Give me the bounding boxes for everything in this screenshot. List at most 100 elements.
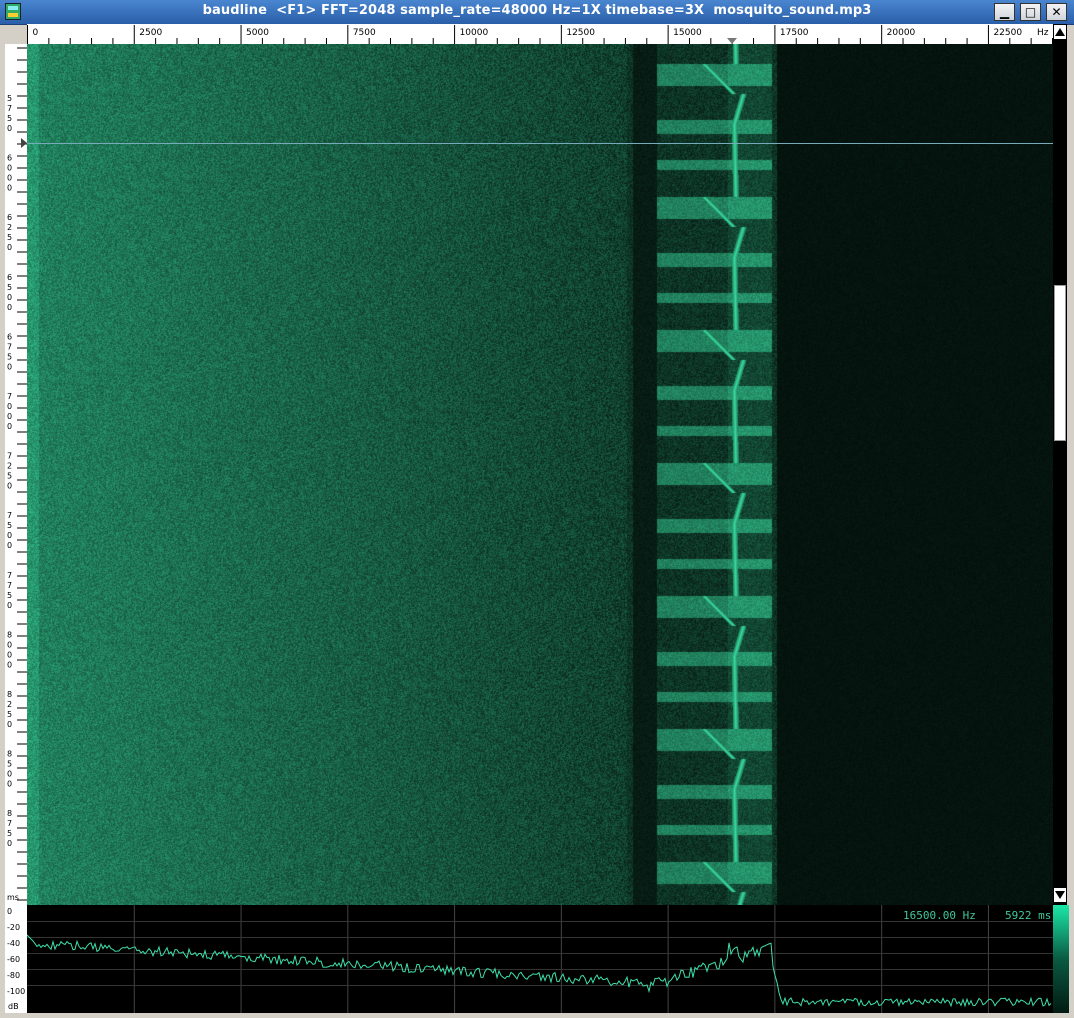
svg-text:2: 2	[7, 462, 12, 471]
time-tick-label: 6250	[7, 213, 12, 252]
triangle-up-icon[interactable]	[1054, 25, 1066, 39]
color-aperture-bar[interactable]	[1053, 905, 1069, 1013]
svg-text:5: 5	[7, 829, 12, 838]
db-tick-label: -40	[7, 939, 20, 948]
svg-text:0: 0	[7, 640, 12, 649]
svg-text:0: 0	[7, 422, 12, 431]
frequency-tick-label: 0	[33, 28, 39, 38]
svg-text:6: 6	[7, 213, 12, 222]
time-ruler[interactable]: 5750600062506500675070007250750077508000…	[5, 44, 27, 905]
time-tick-label: 6500	[7, 273, 12, 312]
spectrum-trace	[27, 934, 1052, 1008]
svg-text:7: 7	[7, 819, 12, 828]
svg-text:0: 0	[7, 184, 12, 193]
baudline-window: baudline <F1> FFT=2048 sample_rate=48000…	[0, 0, 1074, 1018]
svg-text:2: 2	[7, 700, 12, 709]
svg-text:0: 0	[7, 531, 12, 540]
triangle-down-icon[interactable]	[1054, 888, 1066, 902]
svg-text:0: 0	[7, 541, 12, 550]
svg-text:7: 7	[7, 104, 12, 113]
spectrogram-display[interactable]	[21, 44, 1053, 905]
svg-text:8: 8	[7, 690, 12, 699]
frequency-tick-label: 12500	[566, 28, 595, 38]
spectrum-panel[interactable]: 16500.00 Hz 5922 ms	[27, 905, 1053, 1013]
svg-text:0: 0	[7, 660, 12, 669]
time-tick-label: 7750	[7, 571, 12, 610]
db-ruler: 0 -20 -40 -60 -80 -100 dB	[5, 905, 27, 1013]
svg-text:5: 5	[7, 472, 12, 481]
time-tick-label: 6000	[7, 154, 12, 193]
frequency-tick-label: 7500	[353, 28, 376, 38]
svg-text:0: 0	[7, 770, 12, 779]
time-tick-label: 7000	[7, 392, 12, 431]
vertical-scrollbar[interactable]	[1053, 24, 1067, 905]
db-tick-label: -80	[7, 971, 20, 980]
frequency-ruler-graphic: 0 2500 5000 7500 10000 12500 15000 17500 20000 22…	[27, 25, 1053, 44]
minimize-button[interactable]: ▁	[994, 3, 1015, 21]
svg-text:5: 5	[7, 233, 12, 242]
window-title: baudline <F1> FFT=2048 sample_rate=48000…	[202, 3, 872, 18]
svg-text:7: 7	[7, 511, 12, 520]
svg-text:0: 0	[7, 412, 12, 421]
svg-text:0: 0	[7, 402, 12, 411]
frequency-tick-label: 15000	[673, 28, 702, 38]
svg-text:5: 5	[7, 710, 12, 719]
svg-text:8: 8	[7, 630, 12, 639]
svg-text:7: 7	[7, 392, 12, 401]
time-cursor-line[interactable]	[27, 143, 1053, 144]
frequency-tick-label: 17500	[780, 28, 809, 38]
time-tick-label: 8000	[7, 630, 12, 669]
svg-text:7: 7	[7, 452, 12, 461]
time-tick-label: 7250	[7, 452, 12, 491]
title-bar[interactable]: baudline <F1> FFT=2048 sample_rate=48000…	[0, 0, 1074, 25]
svg-text:0: 0	[7, 124, 12, 133]
svg-text:0: 0	[7, 362, 12, 371]
time-tick-label: 6750	[7, 332, 12, 371]
svg-text:5: 5	[7, 521, 12, 530]
frequency-unit-label: Hz	[1037, 28, 1049, 38]
svg-text:5: 5	[7, 94, 12, 103]
svg-text:0: 0	[7, 839, 12, 848]
frequency-tick-label: 5000	[246, 28, 269, 38]
time-unit-label: ms	[7, 893, 19, 902]
db-tick-label: 0	[7, 907, 12, 916]
svg-text:0: 0	[7, 780, 12, 789]
svg-text:0: 0	[7, 164, 12, 173]
time-tick-label: 8500	[7, 750, 12, 789]
svg-text:6: 6	[7, 332, 12, 341]
maximize-button[interactable]: □	[1020, 3, 1041, 21]
time-tick-label: 7500	[7, 511, 12, 550]
svg-text:0: 0	[7, 174, 12, 183]
svg-text:5: 5	[7, 283, 12, 292]
scrollbar-thumb[interactable]	[1054, 285, 1066, 441]
db-tick-label: -20	[7, 923, 20, 932]
db-unit-label: dB	[8, 1002, 19, 1011]
svg-text:6: 6	[7, 154, 12, 163]
spectrum-plot[interactable]	[27, 905, 1053, 1013]
db-ruler-graphic: 0 -20 -40 -60 -80 -100 dB	[7, 907, 25, 1011]
time-tick-label: 5750	[7, 94, 12, 133]
svg-text:0: 0	[7, 650, 12, 659]
svg-text:8: 8	[7, 809, 12, 818]
frequency-ruler[interactable]: 0 2500 5000 7500 10000 12500 15000 17500 20000 22…	[27, 24, 1053, 45]
svg-text:0: 0	[7, 303, 12, 312]
spectrogram-canvas[interactable]	[27, 44, 1053, 905]
db-tick-label: -60	[7, 955, 20, 964]
time-readout: 5922 ms	[1005, 909, 1052, 922]
time-tick-label: 8250	[7, 690, 12, 729]
time-ruler-graphic: 5750600062506500675070007250750077508000…	[7, 47, 27, 902]
svg-text:5: 5	[7, 352, 12, 361]
svg-text:0: 0	[7, 601, 12, 610]
svg-text:6: 6	[7, 273, 12, 282]
svg-text:0: 0	[7, 293, 12, 302]
svg-text:0: 0	[7, 482, 12, 491]
frequency-tick-label: 10000	[460, 28, 489, 38]
time-cursor-marker[interactable]	[21, 138, 27, 148]
svg-text:2: 2	[7, 223, 12, 232]
close-button[interactable]: ✕	[1046, 3, 1067, 21]
svg-text:7: 7	[7, 571, 12, 580]
svg-text:7: 7	[7, 342, 12, 351]
svg-text:8: 8	[7, 750, 12, 759]
frequency-tick-label: 22500	[993, 28, 1022, 38]
frequency-readout: 16500.00 Hz	[903, 909, 976, 922]
